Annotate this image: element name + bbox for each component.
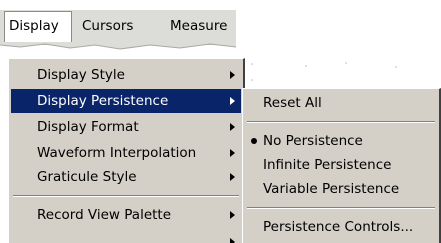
background-dots	[251, 62, 397, 81]
submenu-item-no-persistence[interactable]: No Persistence	[245, 129, 437, 153]
menu-bar: Display Cursors Measure	[0, 10, 236, 45]
menu-separator	[13, 195, 239, 197]
menu-item-label: Record View Palette	[37, 207, 172, 223]
submenu-item-infinite-persistence[interactable]: Infinite Persistence	[245, 153, 437, 177]
menu-measure[interactable]: Measure	[166, 12, 231, 40]
menu-item-label: Display Persistence	[37, 93, 169, 109]
menu-item-label: Display Style	[37, 67, 125, 83]
menu-item-display-persistence[interactable]: Display Persistence	[11, 89, 241, 113]
submenu-separator	[247, 121, 435, 123]
screenshot-stage: Display Cursors Measure Display Style Di…	[0, 0, 441, 243]
submenu-arrow-icon	[230, 71, 235, 79]
submenu-arrow-icon	[230, 97, 235, 105]
torn-edge-decoration	[0, 43, 237, 50]
menu-item-display-format[interactable]: Display Format	[11, 115, 241, 139]
menu-item-record-view-palette[interactable]: Record View Palette	[11, 203, 241, 227]
persistence-submenu: Reset All No Persistence Infinite Persis…	[242, 88, 441, 243]
submenu-arrow-icon	[230, 149, 235, 157]
menu-item-graticule-style[interactable]: Graticule Style	[11, 165, 241, 189]
submenu-item-persistence-controls[interactable]: Persistence Controls...	[245, 215, 437, 239]
submenu-separator	[247, 207, 435, 209]
submenu-arrow-icon	[230, 211, 235, 219]
menu-item-label: Display Format	[37, 119, 139, 135]
menu-item-display-style[interactable]: Display Style	[11, 63, 241, 87]
submenu-arrow-icon	[230, 123, 235, 131]
menu-display[interactable]: Display	[4, 11, 72, 42]
display-menu: Display Style Display Persistence Displa…	[8, 58, 245, 243]
submenu-arrow-icon	[230, 238, 235, 243]
menu-item-waveform-interpolation[interactable]: Waveform Interpolation	[11, 141, 241, 165]
menu-item-label: Graticule Style	[37, 169, 137, 185]
menu-item-cut-off[interactable]	[11, 230, 241, 243]
submenu-item-variable-persistence[interactable]: Variable Persistence	[245, 177, 437, 201]
submenu-item-label: No Persistence	[263, 133, 363, 149]
menu-item-label: Waveform Interpolation	[37, 145, 197, 161]
radio-bullet-icon	[251, 138, 257, 144]
menu-cursors[interactable]: Cursors	[78, 12, 137, 40]
submenu-arrow-icon	[230, 173, 235, 181]
submenu-item-reset-all[interactable]: Reset All	[245, 91, 437, 115]
